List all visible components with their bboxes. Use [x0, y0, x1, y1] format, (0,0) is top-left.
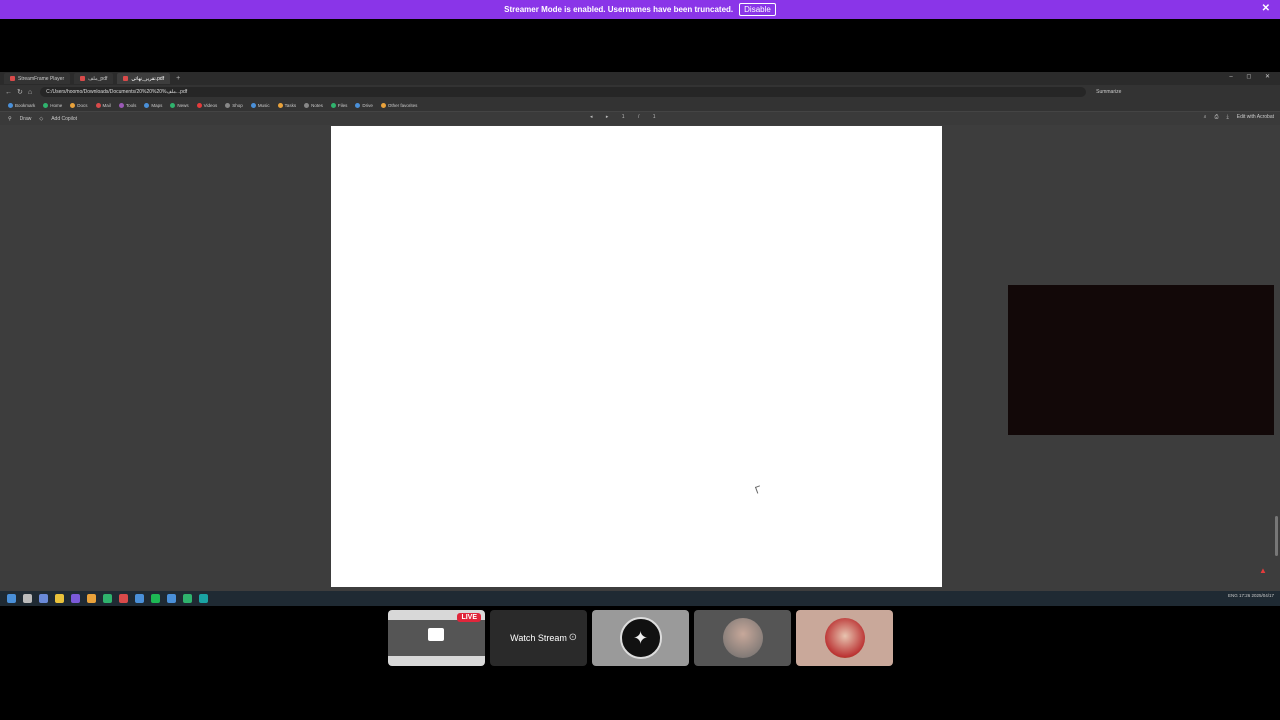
- bookmark-icon: [8, 102, 13, 108]
- bookmarks-bar: Bookmark Home Docs Mail Tools Maps News …: [0, 99, 1280, 112]
- watch-stream-tile[interactable]: Watch Stream ⊙: [490, 610, 587, 666]
- bookmark-item[interactable]: Music: [250, 102, 270, 108]
- bookmark-item[interactable]: Drive: [355, 102, 373, 108]
- tab-label: StreamFrame Player: [18, 75, 65, 82]
- tab-favicon-icon: [80, 76, 86, 81]
- bookmark-icon: [95, 102, 101, 108]
- windows-taskbar: ENG 17:26 2025/04/17: [0, 591, 1280, 606]
- new-tab-icon[interactable]: +: [176, 75, 180, 82]
- avatar: ✦: [619, 617, 662, 659]
- spotify-icon[interactable]: [151, 594, 160, 603]
- adobe-icon[interactable]: ▲: [1259, 566, 1267, 575]
- start-icon[interactable]: [7, 594, 16, 603]
- pdf-toolbar: ⚲ Draw ◇ Add Copilot ◂ ▸ 1 / 1 ⌕ ⎙ ⤓ Edi…: [0, 112, 1280, 125]
- bookmark-item[interactable]: Tasks: [277, 102, 296, 108]
- screen-share-icon: [428, 628, 444, 641]
- bookmark-icon: [144, 102, 150, 108]
- bookmark-item[interactable]: Other favorites: [380, 102, 417, 108]
- bookmark-icon: [70, 102, 76, 108]
- avatar: [722, 618, 763, 658]
- participant-tile[interactable]: [694, 610, 791, 666]
- tab-label: ملف_pdf: [88, 75, 108, 82]
- participant-tile[interactable]: [796, 610, 893, 666]
- app-icon[interactable]: [183, 594, 192, 603]
- tab-3[interactable]: تقرير_نهائي.pdf: [117, 73, 171, 84]
- avatar: [824, 618, 865, 658]
- app-icon[interactable]: [119, 594, 128, 603]
- live-badge: LIVE: [457, 613, 481, 622]
- filter-icon[interactable]: ⚲: [8, 116, 12, 122]
- home-icon[interactable]: ⌂: [28, 89, 32, 96]
- taskview-icon[interactable]: [39, 594, 48, 603]
- bookmark-item[interactable]: Docs: [70, 102, 88, 108]
- bookmark-icon: [330, 102, 336, 108]
- bookmark-icon: [277, 102, 283, 108]
- tab-2[interactable]: ملف_pdf: [74, 73, 114, 84]
- address-bar-row: ← ↻ ⌂ C:/Users/hoomo/Downloads/Documents…: [0, 85, 1280, 99]
- chrome-icon[interactable]: [55, 594, 64, 603]
- watch-stream-label: Watch Stream: [510, 633, 567, 643]
- close-icon[interactable]: ✕: [1262, 3, 1270, 14]
- tab-label: تقرير_نهائي.pdf: [131, 75, 165, 82]
- url-field[interactable]: C:/Users/hoomo/Downloads/Documents/ملف%2…: [40, 87, 1087, 97]
- bookmark-item[interactable]: Home: [43, 102, 62, 108]
- disable-button[interactable]: Disable: [739, 3, 776, 16]
- bookmark-icon: [118, 102, 124, 108]
- participant-strip: LIVE Watch Stream ⊙ ✦: [388, 610, 893, 666]
- page-navigation[interactable]: ◂ ▸ 1 / 1: [590, 114, 662, 120]
- bookmark-item[interactable]: Maps: [144, 102, 162, 108]
- summarize-button[interactable]: Summarize: [1096, 89, 1121, 95]
- tab-favicon-icon: [123, 76, 129, 81]
- bookmark-item[interactable]: Tools: [118, 102, 136, 108]
- whatsapp-icon[interactable]: [103, 594, 112, 603]
- bookmark-icon: [170, 102, 176, 108]
- tray-clock: ENG 17:26 2025/04/17: [1227, 593, 1274, 598]
- bookmark-item[interactable]: Mail: [95, 102, 111, 108]
- streamer-mode-banner: Streamer Mode is enabled. Usernames have…: [0, 0, 1280, 19]
- search-icon[interactable]: ⌕: [1204, 114, 1207, 120]
- tab-favicon-icon: [10, 76, 15, 81]
- bookmark-item[interactable]: Bookmark: [8, 102, 35, 108]
- back-icon[interactable]: ←: [5, 89, 12, 96]
- banner-text: Streamer Mode is enabled. Usernames have…: [504, 5, 734, 14]
- bookmark-icon: [304, 102, 310, 108]
- edit-with-acrobat-button[interactable]: Edit with Acrobat: [1237, 114, 1274, 120]
- watch-icon: ⊙: [568, 632, 577, 643]
- discord-icon[interactable]: [71, 594, 80, 603]
- bookmark-icon: [43, 102, 49, 108]
- app-icon[interactable]: [167, 594, 176, 603]
- bookmark-item[interactable]: News: [170, 102, 189, 108]
- bookmark-item[interactable]: Files: [330, 102, 347, 108]
- save-icon[interactable]: ⤓: [1227, 114, 1229, 120]
- stream-view: StreamFrame Player ملف_pdf تقرير_نهائي.p…: [0, 72, 1280, 606]
- bookmark-icon: [196, 102, 202, 108]
- bookmark-icon: [380, 102, 386, 108]
- browser-tabbar: StreamFrame Player ملف_pdf تقرير_نهائي.p…: [0, 72, 1280, 85]
- system-tray[interactable]: ENG 17:26 2025/04/17: [1228, 593, 1274, 598]
- print-icon[interactable]: ⎙: [1215, 114, 1219, 120]
- bookmark-item[interactable]: Notes: [304, 102, 323, 108]
- refresh-icon[interactable]: ↻: [17, 88, 23, 96]
- webcam-overlay: [1008, 285, 1274, 435]
- edge-icon[interactable]: [135, 594, 144, 603]
- stream-tile[interactable]: LIVE: [388, 610, 485, 666]
- tab-1[interactable]: StreamFrame Player: [4, 73, 71, 84]
- bookmark-item[interactable]: Videos: [196, 102, 217, 108]
- bookmark-item[interactable]: Shop: [225, 102, 243, 108]
- window-controls[interactable]: – ◻ ✕: [1229, 73, 1276, 80]
- bookmark-icon: [355, 102, 361, 108]
- bookmark-icon: [225, 102, 231, 108]
- scrollbar[interactable]: [1275, 516, 1278, 556]
- search-icon[interactable]: [23, 594, 32, 603]
- erase-icon[interactable]: ◇: [39, 116, 43, 122]
- participant-tile[interactable]: ✦: [592, 610, 689, 666]
- pdf-toolbar-right: ⌕ ⎙ ⤓ Edit with Acrobat: [1204, 114, 1274, 120]
- explorer-icon[interactable]: [87, 594, 96, 603]
- app-icon[interactable]: [199, 594, 208, 603]
- pdf-page: [331, 126, 942, 587]
- bookmark-icon: [250, 102, 256, 108]
- draw-button[interactable]: Draw: [20, 116, 32, 122]
- add-text-button[interactable]: Add Copilot: [51, 116, 77, 122]
